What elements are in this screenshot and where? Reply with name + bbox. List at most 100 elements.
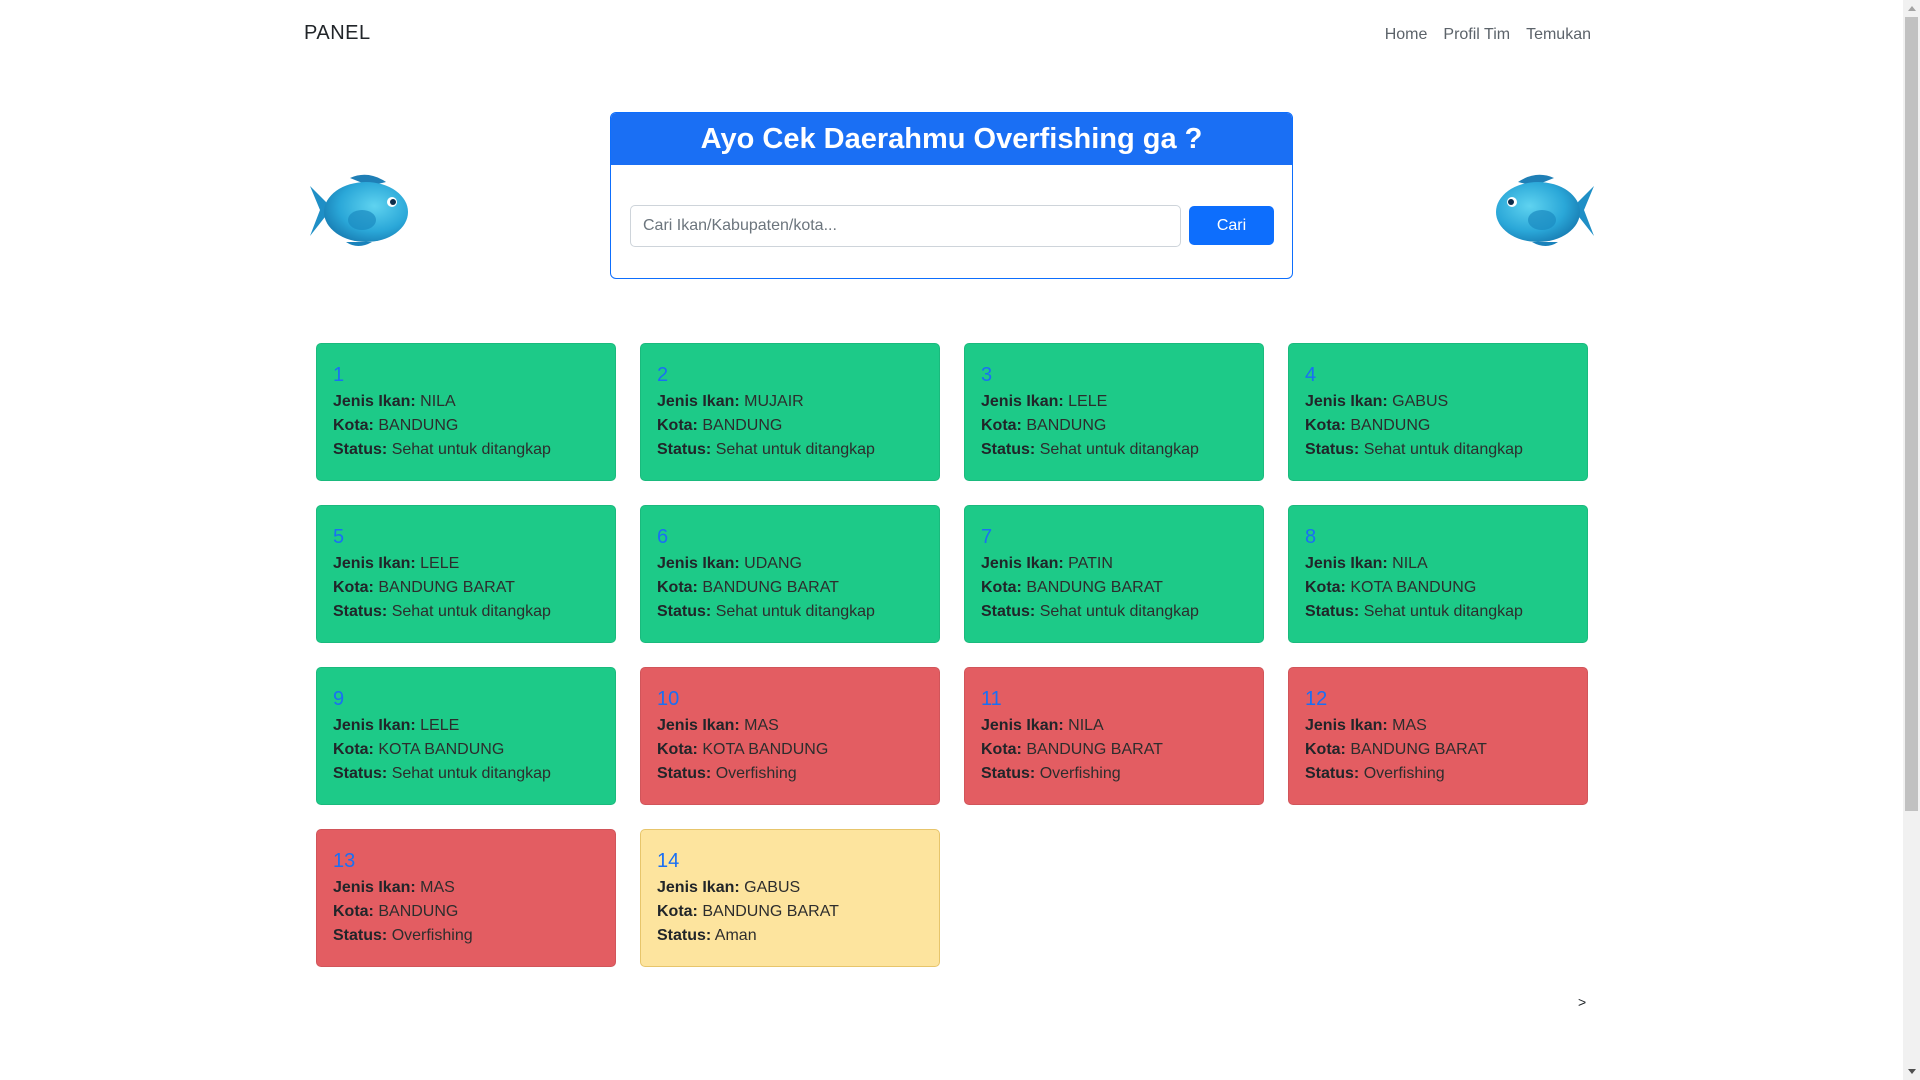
fish-status-card: 3 Jenis Ikan: LELE Kota: BANDUNG Status: Se… <box>964 343 1264 481</box>
card-jenis-ikan: Jenis Ikan: MAS <box>1305 714 1571 738</box>
card-jenis-ikan-value: GABUS <box>1392 393 1449 410</box>
card-jenis-ikan: Jenis Ikan: MAS <box>657 714 923 738</box>
card-status-label: Status: <box>1305 603 1360 620</box>
fish-status-card: 4 Jenis Ikan: GABUS Kota: BANDUNG Status: S… <box>1288 343 1588 481</box>
card-kota-label: Kota: <box>333 903 374 920</box>
card-number: 4 <box>1305 364 1317 386</box>
card-jenis-ikan-label: Jenis Ikan: <box>1305 717 1388 734</box>
card-kota: Kota: KOTA BANDUNG <box>333 738 599 762</box>
card-jenis-ikan: Jenis Ikan: LELE <box>981 390 1247 414</box>
navbar-links: Home Profil Tim Temukan <box>1385 26 1591 44</box>
card-kota: Kota: BANDUNG BARAT <box>981 576 1247 600</box>
scroll-up-arrow-icon[interactable] <box>1903 0 1920 17</box>
card-number: 6 <box>657 526 669 548</box>
card-kota: Kota: BANDUNG <box>333 414 599 438</box>
card-jenis-ikan-label: Jenis Ikan: <box>657 555 740 572</box>
card-number: 13 <box>333 850 356 872</box>
card-status: Status: Overfishing <box>333 924 599 948</box>
card-kota: Kota: BANDUNG <box>981 414 1247 438</box>
card-kota-value: KOTA BANDUNG <box>1350 579 1477 596</box>
card-status-value: Sehat untuk ditangkap <box>391 603 551 620</box>
card-jenis-ikan-value: PATIN <box>1068 555 1113 572</box>
card-jenis-ikan-value: UDANG <box>744 555 802 572</box>
card-status-value: Sehat untuk ditangkap <box>715 441 875 458</box>
card-kota-value: KOTA BANDUNG <box>378 741 505 758</box>
nav-link-temukan[interactable]: Temukan <box>1526 26 1591 44</box>
card-status-label: Status: <box>657 927 712 944</box>
next-page-link[interactable]: > <box>1578 994 1586 1010</box>
card-status-label: Status: <box>981 765 1036 782</box>
card-jenis-ikan-value: MAS <box>1392 717 1427 734</box>
card-jenis-ikan-value: NILA <box>1392 555 1428 572</box>
card-status-label: Status: <box>1305 765 1360 782</box>
card-status-value: Aman <box>714 927 757 944</box>
fish-icon <box>1496 174 1594 246</box>
card-status: Status: Sehat untuk ditangkap <box>657 600 923 624</box>
card-number: 14 <box>657 850 680 872</box>
navbar-brand[interactable]: PANEL <box>304 22 371 45</box>
card-status-label: Status: <box>657 765 712 782</box>
card-kota-label: Kota: <box>333 579 374 596</box>
card-jenis-ikan-label: Jenis Ikan: <box>333 879 416 896</box>
search-button[interactable]: Cari <box>1189 206 1274 245</box>
card-status: Status: Sehat untuk ditangkap <box>981 438 1247 462</box>
card-kota-label: Kota: <box>657 417 698 434</box>
card-number: 9 <box>333 688 345 710</box>
card-status: Status: Sehat untuk ditangkap <box>333 600 599 624</box>
vertical-scrollbar[interactable] <box>1903 0 1920 1080</box>
card-jenis-ikan-value: LELE <box>420 555 460 572</box>
card-status-label: Status: <box>981 603 1036 620</box>
card-jenis-ikan-value: LELE <box>1068 393 1108 410</box>
card-status: Status: Sehat untuk ditangkap <box>1305 438 1571 462</box>
card-jenis-ikan: Jenis Ikan: PATIN <box>981 552 1247 576</box>
card-kota: Kota: KOTA BANDUNG <box>1305 576 1571 600</box>
search-input[interactable] <box>630 205 1181 247</box>
card-status: Status: Sehat untuk ditangkap <box>333 438 599 462</box>
fish-status-card: 9 Jenis Ikan: LELE Kota: KOTA BANDUNG Statu… <box>316 667 616 805</box>
fish-status-card: 5 Jenis Ikan: LELE Kota: BANDUNG BARAT Stat… <box>316 505 616 643</box>
card-kota-label: Kota: <box>657 903 698 920</box>
card-status-value: Sehat untuk ditangkap <box>1039 441 1199 458</box>
card-number: 5 <box>333 526 345 548</box>
card-jenis-ikan: Jenis Ikan: UDANG <box>657 552 923 576</box>
card-number: 1 <box>333 364 345 386</box>
card-jenis-ikan-label: Jenis Ikan: <box>657 717 740 734</box>
fish-status-card: 14 Jenis Ikan: GABUS Kota: BANDUNG BARAT St… <box>640 829 940 967</box>
card-jenis-ikan-label: Jenis Ikan: <box>1305 555 1388 572</box>
card-jenis-ikan-label: Jenis Ikan: <box>1305 393 1388 410</box>
card-kota-value: BANDUNG BARAT <box>702 903 839 920</box>
card-status-value: Sehat untuk ditangkap <box>391 765 551 782</box>
card-status-value: Sehat untuk ditangkap <box>391 441 551 458</box>
card-kota-value: BANDUNG <box>378 903 459 920</box>
fish-status-card: 1 Jenis Ikan: NILA Kota: BANDUNG Status: Se… <box>316 343 616 481</box>
card-kota-label: Kota: <box>657 741 698 758</box>
card-jenis-ikan-label: Jenis Ikan: <box>333 393 416 410</box>
scrollbar-thumb[interactable] <box>1905 17 1918 811</box>
card-kota-label: Kota: <box>657 579 698 596</box>
nav-link-home[interactable]: Home <box>1385 26 1428 44</box>
card-jenis-ikan-value: MAS <box>744 717 779 734</box>
nav-link-profil-tim[interactable]: Profil Tim <box>1443 26 1510 44</box>
page: PANEL Home Profil Tim Temukan Ayo Cek Da… <box>0 0 1903 1080</box>
card-status-value: Overfishing <box>1363 765 1445 782</box>
card-number: 10 <box>657 688 680 710</box>
fish-status-card: 10 Jenis Ikan: MAS Kota: KOTA BANDUNG Statu… <box>640 667 940 805</box>
card-kota-value: BANDUNG BARAT <box>1350 741 1487 758</box>
card-status-value: Overfishing <box>715 765 797 782</box>
card-status-label: Status: <box>657 603 712 620</box>
card-number: 8 <box>1305 526 1317 548</box>
card-status: Status: Sehat untuk ditangkap <box>1305 600 1571 624</box>
card-jenis-ikan-value: MUJAIR <box>744 393 804 410</box>
search-title: Ayo Cek Daerahmu Overfishing ga ? <box>611 113 1292 165</box>
fish-icon <box>310 174 408 246</box>
card-kota-value: BANDUNG <box>378 417 459 434</box>
card-status-label: Status: <box>333 603 388 620</box>
card-kota-value: BANDUNG BARAT <box>378 579 515 596</box>
card-kota-label: Kota: <box>981 579 1022 596</box>
scroll-down-arrow-icon[interactable] <box>1903 1063 1920 1080</box>
card-status: Status: Sehat untuk ditangkap <box>333 762 599 786</box>
card-kota-value: BANDUNG <box>702 417 783 434</box>
card-jenis-ikan-label: Jenis Ikan: <box>333 555 416 572</box>
card-status-value: Overfishing <box>391 927 473 944</box>
results-grid: 1 Jenis Ikan: NILA Kota: BANDUNG Status: Se… <box>316 343 1588 967</box>
